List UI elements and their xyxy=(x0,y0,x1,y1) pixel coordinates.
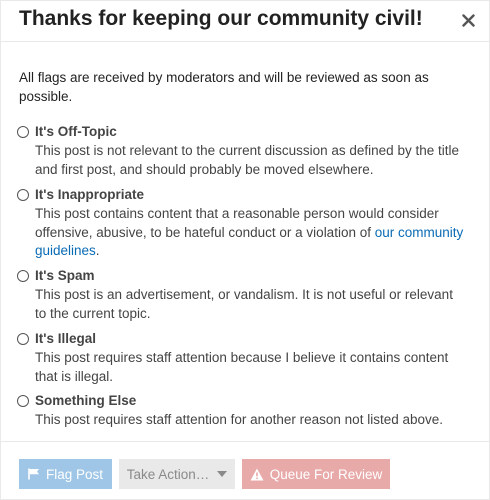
radio-inappropriate[interactable] xyxy=(17,189,29,201)
option-description: This post is an advertisement, or vandal… xyxy=(35,287,453,321)
option-title[interactable]: It's Spam xyxy=(35,268,94,283)
option-description: This post is not relevant to the current… xyxy=(35,143,459,177)
option-title[interactable]: Something Else xyxy=(35,393,136,408)
option-description: This post requires staff attention becau… xyxy=(35,350,449,384)
option-description: This post requires staff attention for a… xyxy=(35,412,443,427)
flag-post-label: Flag Post xyxy=(45,466,104,482)
close-button[interactable] xyxy=(453,5,483,35)
radio-off-topic[interactable] xyxy=(17,126,29,138)
flag-post-button[interactable]: Flag Post xyxy=(19,459,112,489)
queue-for-review-label: Queue For Review xyxy=(269,466,383,482)
queue-for-review-button[interactable]: Queue For Review xyxy=(242,459,390,489)
flag-dialog: Thanks for keeping our community civil! … xyxy=(0,0,490,500)
radio-something-else[interactable] xyxy=(17,395,29,407)
dialog-intro: All flags are received by moderators and… xyxy=(19,70,429,104)
warning-icon xyxy=(250,468,264,481)
take-action-label: Take Action… xyxy=(126,466,210,482)
radio-illegal[interactable] xyxy=(17,333,29,345)
caret-down-icon xyxy=(217,471,228,477)
option-description-end: . xyxy=(95,243,100,258)
take-action-button[interactable]: Take Action… xyxy=(119,459,235,489)
dialog-title: Thanks for keeping our community civil! xyxy=(19,7,423,30)
dialog-header: Thanks for keeping our community civil! xyxy=(1,1,489,42)
option-title[interactable]: It's Off-Topic xyxy=(35,124,117,139)
flag-icon xyxy=(28,468,40,480)
option-title[interactable]: It's Inappropriate xyxy=(35,187,144,202)
option-description: This post contains content that a reason… xyxy=(35,205,467,261)
close-icon[interactable] xyxy=(461,13,475,27)
radio-spam[interactable] xyxy=(17,270,29,282)
option-title[interactable]: It's Illegal xyxy=(35,331,96,346)
dialog-footer: Flag Post Take Action… Queue For Review xyxy=(1,441,489,500)
